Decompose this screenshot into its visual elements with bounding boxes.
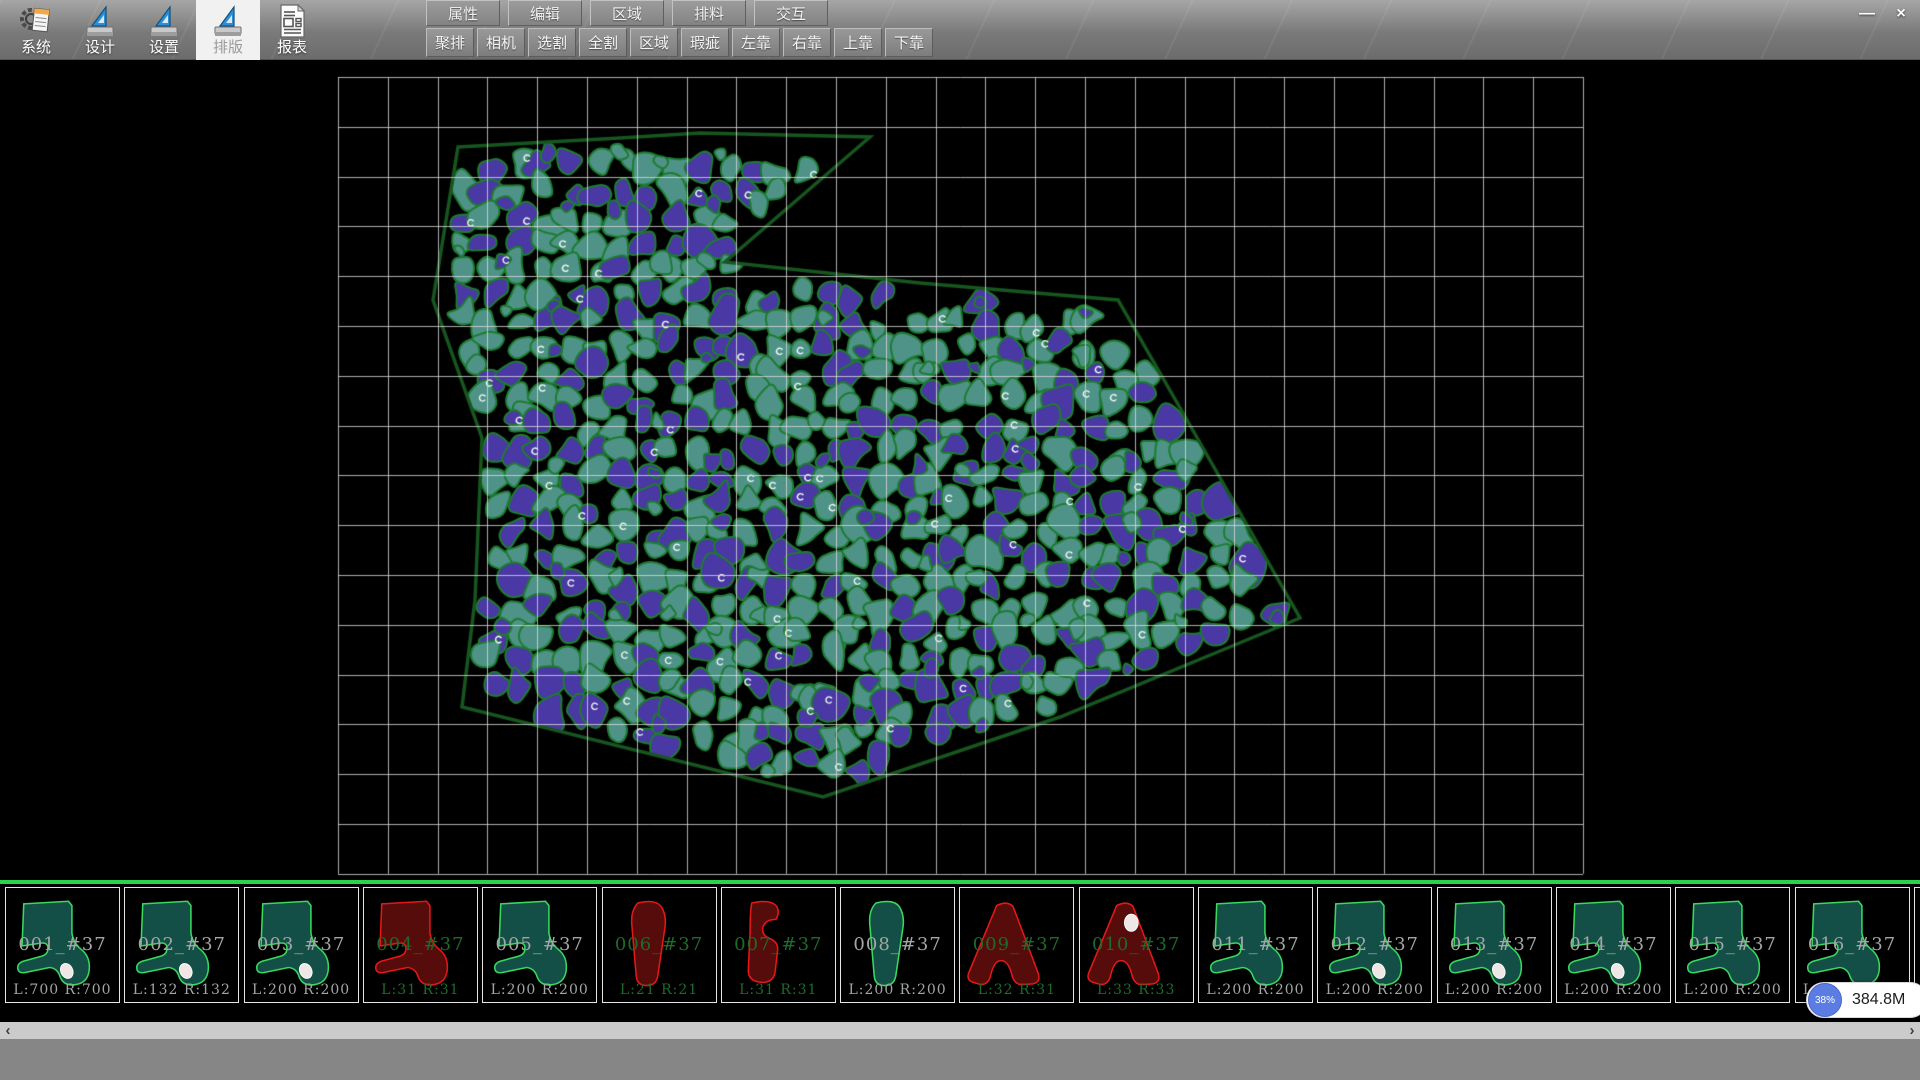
toolbar: 系统设计设置排版报表 属性编辑区域排料交互 聚排相机选割全割区域瑕疵左靠右靠上靠… (0, 0, 1920, 60)
part-quota-label: L:21 R:21 (603, 982, 716, 998)
menu-tab-row: 属性编辑区域排料交互 (426, 0, 836, 27)
part-id-label: 009_#37 (960, 934, 1073, 955)
part-id-label: 007_#37 (722, 934, 835, 955)
part-id-label: 001_#37 (6, 934, 119, 955)
part-quota-label: L:200 R:200 (483, 982, 596, 998)
part-quota-label: L:200 R:200 (1557, 982, 1670, 998)
part-quota-label: L:132 R:132 (125, 982, 238, 998)
part-thumbnail-003_#37[interactable]: 003_#37 L:200 R:200 (244, 887, 359, 1003)
main-button-2[interactable]: 设置 (132, 0, 196, 60)
part-id-label: 004_#37 (364, 934, 477, 955)
nesting-app-window: 系统设计设置排版报表 属性编辑区域排料交互 聚排相机选割全割区域瑕疵左靠右靠上靠… (0, 0, 1920, 1080)
menu-tab-3[interactable]: 排料 (672, 0, 746, 26)
main-button-3[interactable]: 排版 (196, 0, 260, 60)
leather-hide-nesting-view[interactable] (0, 60, 1920, 880)
close-button[interactable]: × (1886, 3, 1916, 25)
report-icon (275, 3, 309, 39)
part-id-label: 003_#37 (245, 934, 358, 955)
part-id-label: 008_#37 (841, 934, 954, 955)
part-thumbnail-014_#37[interactable]: 014_#37 L:200 R:200 (1556, 887, 1671, 1003)
part-thumbnail-009_#37[interactable]: 009_#37 L:32 R:31 (959, 887, 1074, 1003)
part-thumbnail-008_#37[interactable]: 008_#37 L:200 R:200 (840, 887, 955, 1003)
part-quota-label: L:200 R:200 (1438, 982, 1551, 998)
tool-button-5[interactable]: 瑕疵 (681, 28, 729, 57)
part-id-label: 013_#37 (1438, 934, 1551, 955)
part-id-label: 011_#37 (1199, 934, 1312, 955)
tool-button-7[interactable]: 右靠 (783, 28, 831, 57)
part-thumbnail-007_#37[interactable]: 007_#37 L:31 R:31 (721, 887, 836, 1003)
tool-button-row: 聚排相机选割全割区域瑕疵左靠右靠上靠下靠 (426, 28, 936, 58)
window-bottom-frame (0, 1039, 1920, 1080)
part-id-label: 017_#37 (1915, 934, 1920, 955)
menu-tab-2[interactable]: 区域 (590, 0, 664, 26)
main-button-0[interactable]: 系统 (4, 0, 68, 60)
tool-button-0[interactable]: 聚排 (426, 28, 474, 57)
tool-button-6[interactable]: 左靠 (732, 28, 780, 57)
horizontal-scrollbar[interactable]: ‹ › (0, 1022, 1920, 1039)
main-button-label: 系统 (21, 39, 51, 57)
menu-tab-0[interactable]: 属性 (426, 0, 500, 26)
part-quota-label: L:33 R:33 (1080, 982, 1193, 998)
menu-tab-4[interactable]: 交互 (754, 0, 828, 26)
memory-usage-label: 384.8M (1852, 991, 1905, 1009)
part-id-label: 002_#37 (125, 934, 238, 955)
part-id-label: 010_#37 (1080, 934, 1193, 955)
part-id-label: 015_#37 (1676, 934, 1789, 955)
gear-doc-icon (19, 3, 53, 39)
main-button-1[interactable]: 设计 (68, 0, 132, 60)
status-badge: 38% 384.8M (1806, 982, 1920, 1018)
part-id-label: 016_#37 (1796, 934, 1909, 955)
tool-button-2[interactable]: 选割 (528, 28, 576, 57)
menu-tab-1[interactable]: 编辑 (508, 0, 582, 26)
part-quota-label: L:31 R:31 (722, 982, 835, 998)
part-id-label: 014_#37 (1557, 934, 1670, 955)
scroll-right-arrow-icon[interactable]: › (1904, 1022, 1920, 1039)
minimize-button[interactable]: — (1852, 3, 1882, 25)
nesting-canvas-area[interactable] (0, 60, 1920, 880)
part-id-label: 006_#37 (603, 934, 716, 955)
part-thumbnail-002_#37[interactable]: 002_#37 L:132 R:132 (124, 887, 239, 1003)
main-button-group: 系统 设计 设置 排版 报表 (4, 0, 324, 60)
part-thumbnail-011_#37[interactable]: 011_#37 L:200 R:200 (1198, 887, 1313, 1003)
part-thumbnail-013_#37[interactable]: 013_#37 L:200 R:200 (1437, 887, 1552, 1003)
tool-button-4[interactable]: 区域 (630, 28, 678, 57)
part-quota-label: L:32 R:31 (960, 982, 1073, 998)
part-quota-label: L:700 R:700 (6, 982, 119, 998)
set-square-icon (211, 3, 245, 39)
part-thumbnail-012_#37[interactable]: 012_#37 L:200 R:200 (1317, 887, 1432, 1003)
part-quota-label: L:200 R:200 (1676, 982, 1789, 998)
window-controls: — × (1852, 3, 1916, 25)
tool-button-3[interactable]: 全割 (579, 28, 627, 57)
scroll-left-arrow-icon[interactable]: ‹ (0, 1022, 16, 1039)
tool-button-9[interactable]: 下靠 (885, 28, 933, 57)
part-quota-label: L:200 R:200 (1199, 982, 1312, 998)
part-thumbnail-015_#37[interactable]: 015_#37 L:200 R:200 (1675, 887, 1790, 1003)
set-square-icon (83, 3, 117, 39)
part-quota-label: L:200 R:200 (245, 982, 358, 998)
part-thumbnail-006_#37[interactable]: 006_#37 L:21 R:21 (602, 887, 717, 1003)
part-thumbnail-004_#37[interactable]: 004_#37 L:31 R:31 (363, 887, 478, 1003)
part-thumbnail-005_#37[interactable]: 005_#37 L:200 R:200 (482, 887, 597, 1003)
part-quota-label: L:200 R:200 (1318, 982, 1431, 998)
main-button-label: 报表 (277, 39, 307, 57)
part-quota-label: L:200 R:200 (841, 982, 954, 998)
main-button-4[interactable]: 报表 (260, 0, 324, 60)
tool-button-1[interactable]: 相机 (477, 28, 525, 57)
part-thumbnail-001_#37[interactable]: 001_#37 L:700 R:700 (5, 887, 120, 1003)
part-id-label: 012_#37 (1318, 934, 1431, 955)
main-button-label: 设计 (85, 39, 115, 57)
set-square-icon (147, 3, 181, 39)
main-button-label: 设置 (149, 39, 179, 57)
parts-thumbnail-strip: 001_#37 L:700 R:700 002_#37 L:132 R:132 003_… (0, 884, 1920, 1022)
part-quota-label: L:31 R:31 (364, 982, 477, 998)
tool-button-8[interactable]: 上靠 (834, 28, 882, 57)
part-id-label: 005_#37 (483, 934, 596, 955)
part-thumbnail-010_#37[interactable]: 010_#37 L:33 R:33 (1079, 887, 1194, 1003)
progress-percent-badge: 38% (1808, 983, 1842, 1017)
main-button-label: 排版 (213, 39, 243, 57)
